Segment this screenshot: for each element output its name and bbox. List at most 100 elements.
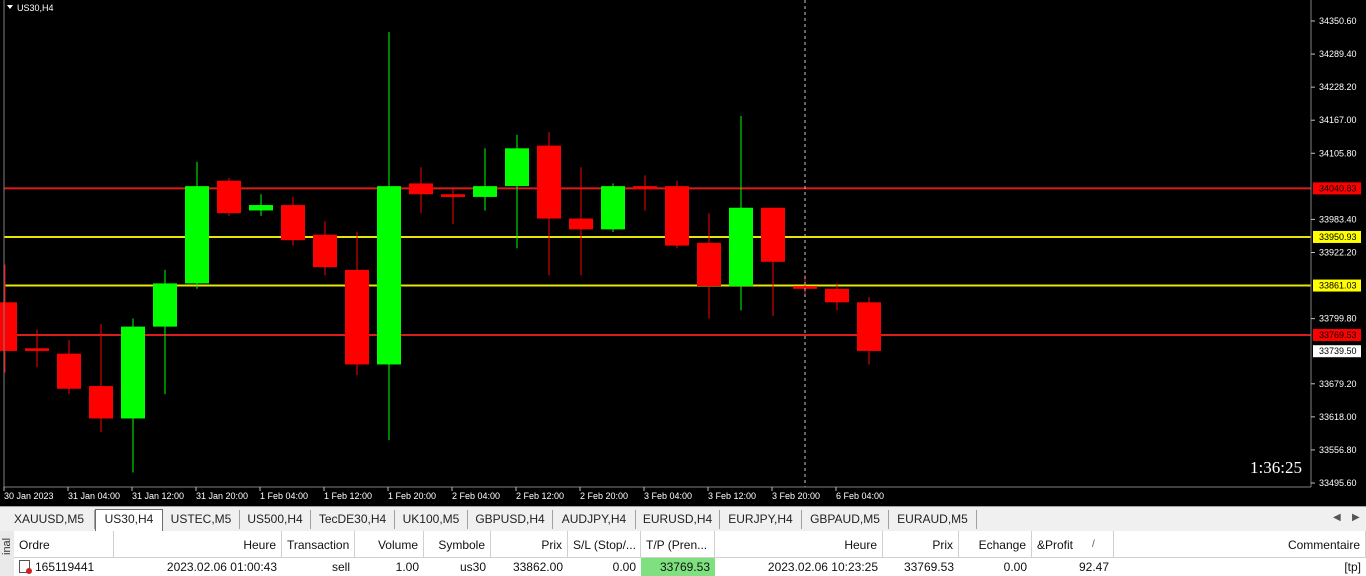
price-tick-label: 34228.20 [1319, 82, 1357, 92]
price-tick-label: 33556.80 [1319, 445, 1357, 455]
column-header-label: Prix [932, 538, 953, 552]
cell-tp: 33769.53 [641, 558, 715, 576]
column-header-label: Echange [978, 538, 1026, 552]
bear-candle-body [217, 180, 241, 214]
chart-tab-eurjpy-h4[interactable]: EURJPY,H4 [720, 510, 802, 529]
price-tick-label: 34350.60 [1319, 16, 1357, 26]
terminal-side-label: inal [1, 537, 13, 555]
time-tick-label: 3 Feb 12:00 [708, 491, 756, 501]
time-tick-label: 31 Jan 04:00 [68, 491, 120, 501]
tabs-scroll-left-icon[interactable]: ◀ [1333, 512, 1341, 523]
column-header-label: Ordre [19, 538, 50, 552]
column-header-volume[interactable]: Volume [355, 531, 424, 557]
bear-candle-body [345, 269, 369, 365]
chart-tab-gbpusd-h4[interactable]: GBPUSD,H4 [468, 510, 553, 529]
table-row[interactable]: 165119441 2023.02.06 01:00:43 sell 1.00 us30… [14, 558, 1366, 576]
time-tick-label: 2 Feb 04:00 [452, 491, 500, 501]
bull-candle-body [153, 283, 177, 327]
order-status-dot [26, 568, 32, 574]
time-tick-label: 1 Feb 04:00 [260, 491, 308, 501]
bear-candle-body [857, 302, 881, 351]
chart-tab-xauusd-m5[interactable]: XAUUSD,M5 [4, 510, 95, 529]
price-tick-label: 33495.60 [1319, 478, 1357, 488]
cell-value: [tp] [1344, 560, 1361, 574]
terminal-panel: inal Ordre Heure Transaction Volume Symbole P… [0, 531, 1366, 576]
time-tick-label: 6 Feb 04:00 [836, 491, 884, 501]
chart-symbol-label: US30,H4 [17, 3, 54, 13]
bear-candle-body [281, 205, 305, 241]
column-header-echange[interactable]: Echange [959, 531, 1032, 557]
column-header-label: Volume [377, 538, 418, 552]
level-33861-badge-label: 33861.03 [1319, 281, 1357, 291]
chart-tab-audjpy-h4[interactable]: AUDJPY,H4 [553, 510, 636, 529]
column-header-label: S/L (Stop/... [573, 538, 636, 552]
chart-tabs-bar: XAUUSD,M5 US30,H4 USTEC,M5 US500,H4 TecDE30,… [0, 506, 1366, 531]
cell-transaction: sell [282, 558, 355, 576]
cell-value: 33862.00 [512, 560, 563, 574]
bear-candle-body [825, 288, 849, 303]
bear-candle-body [57, 353, 81, 389]
level-34040-badge-label: 34040.83 [1319, 183, 1357, 193]
bull-candle-body [505, 148, 529, 187]
bear-candle-body [25, 348, 49, 351]
cell-commentaire: [tp] [1114, 558, 1366, 576]
bear-candle-body [569, 218, 593, 230]
bear-candle-body [0, 302, 17, 351]
bull-candle-body [601, 186, 625, 230]
column-header-prix[interactable]: Prix [491, 531, 568, 557]
candle-timer: 1:36:25 [1250, 458, 1302, 477]
chart-tab-gbpaud-m5[interactable]: GBPAUD,M5 [802, 510, 889, 529]
cell-value: 165119441 [35, 560, 95, 574]
column-header-tp[interactable]: T/P (Pren... [641, 531, 715, 557]
chart-tab-euraud-m5[interactable]: EURAUD,M5 [889, 510, 977, 529]
sort-indicator-icon: / [1092, 539, 1095, 550]
cell-echange: 0.00 [959, 558, 1032, 576]
bull-candle-body [185, 186, 209, 284]
column-header-prix2[interactable]: Prix [883, 531, 959, 557]
bull-candle-body [377, 186, 401, 365]
cell-prix: 33862.00 [491, 558, 568, 576]
price-tick-label: 34105.80 [1319, 148, 1357, 158]
column-header-heure[interactable]: Heure [114, 531, 282, 557]
cell-prix2: 33769.53 [883, 558, 959, 576]
cell-symbole: us30 [424, 558, 491, 576]
column-header-label: Heure [243, 538, 276, 552]
column-header-label: Transaction [287, 538, 350, 552]
level-bid-badge-label: 33739.50 [1319, 346, 1357, 356]
cell-profit: 92.47 [1032, 558, 1114, 576]
chart-tab-ustec-m5[interactable]: USTEC,M5 [163, 510, 240, 529]
chart-tab-us30-h4[interactable]: US30,H4 [95, 509, 163, 531]
time-tick-label: 31 Jan 20:00 [196, 491, 248, 501]
column-header-profit[interactable]: &Profit / [1032, 531, 1114, 557]
price-chart[interactable]: 34350.60 34289.40 34228.20 34167.00 34105.80… [0, 0, 1366, 506]
time-tick-label: 1 Feb 12:00 [324, 491, 372, 501]
cell-volume: 1.00 [355, 558, 424, 576]
cell-value: us30 [459, 560, 486, 574]
cell-heure2: 2023.02.06 10:23:25 [715, 558, 883, 576]
column-header-transaction[interactable]: Transaction [282, 531, 355, 557]
tabs-scroll-right-icon[interactable]: ▶ [1352, 512, 1360, 523]
bear-candle-body [665, 186, 689, 246]
chart-tab-tecde30-h4[interactable]: TecDE30,H4 [311, 510, 395, 529]
chart-tab-uk100-m5[interactable]: UK100,M5 [395, 510, 468, 529]
chart-tab-eurusd-h4[interactable]: EURUSD,H4 [636, 510, 720, 529]
chart-tab-us500-h4[interactable]: US500,H4 [240, 510, 311, 529]
bear-candle-body [633, 186, 657, 189]
column-header-commentaire[interactable]: Commentaire [1114, 531, 1366, 557]
column-header-sl[interactable]: S/L (Stop/... [568, 531, 641, 557]
cell-value: 92.47 [1078, 560, 1109, 574]
terminal-side-strip[interactable]: inal [0, 531, 15, 576]
column-header-symbole[interactable]: Symbole [424, 531, 491, 557]
column-header-label: T/P (Pren... [646, 538, 708, 552]
column-header-heure2[interactable]: Heure [715, 531, 883, 557]
bull-candle-body [473, 186, 497, 197]
cell-value: 2023.02.06 10:23:25 [767, 560, 878, 574]
bear-candle-body [409, 183, 433, 195]
column-header-ordre[interactable]: Ordre [14, 531, 114, 557]
price-tick-label: 34289.40 [1319, 49, 1357, 59]
bear-candle-body [697, 242, 721, 287]
column-header-label: Heure [844, 538, 877, 552]
cell-heure: 2023.02.06 01:00:43 [114, 558, 282, 576]
cell-value: 0.00 [612, 560, 636, 574]
price-tick-label: 33679.20 [1319, 379, 1357, 389]
